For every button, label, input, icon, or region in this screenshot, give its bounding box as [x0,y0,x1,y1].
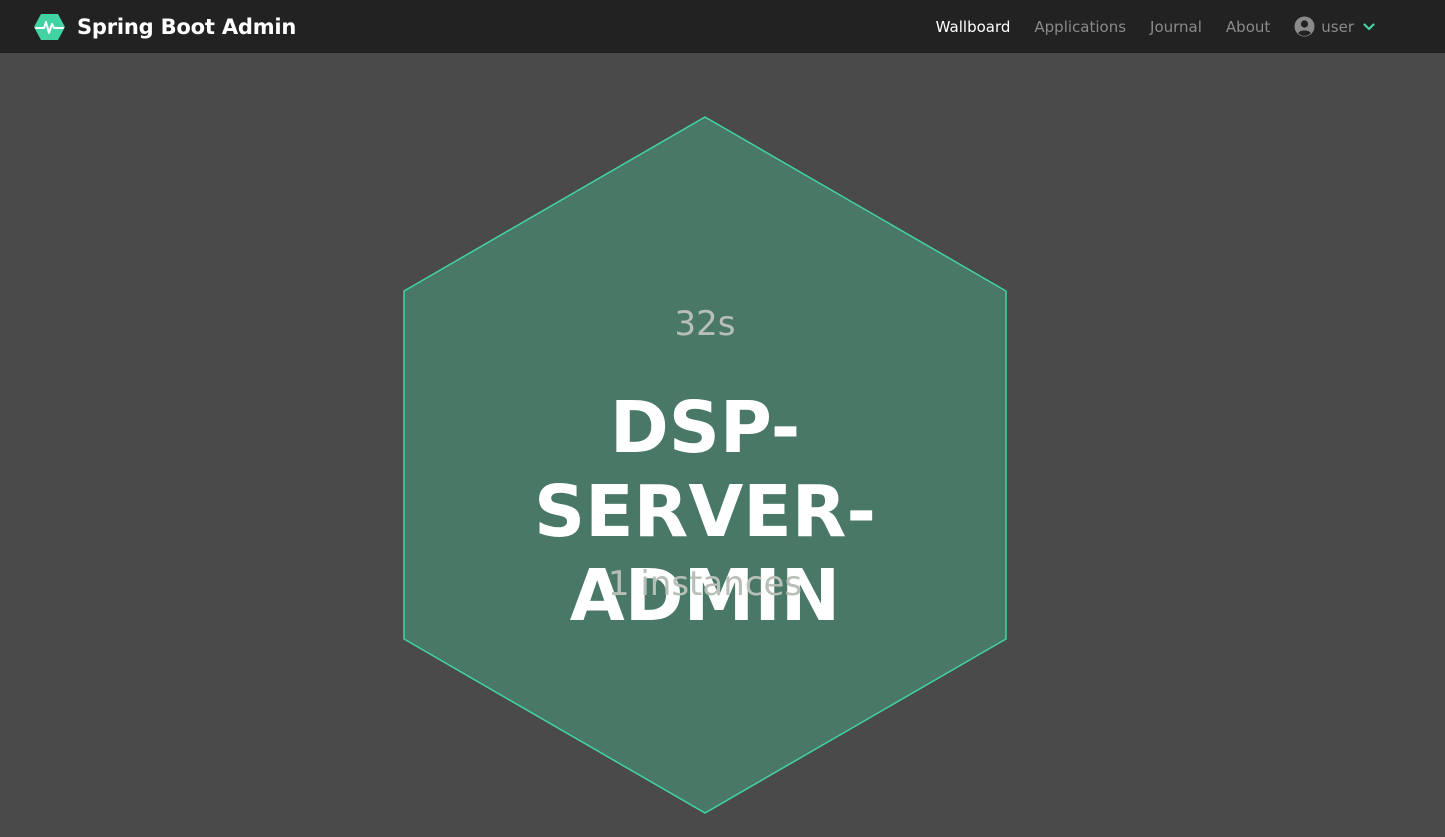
nav-links: Wallboard Applications Journal About use… [912,0,1375,53]
wallboard: 32s DSP-SERVER-ADMIN 1 instances [0,53,1445,837]
brand-link[interactable]: Spring Boot Admin [33,0,296,53]
nav-link-applications[interactable]: Applications [1034,18,1126,36]
brand-name: Spring Boot Admin [77,14,297,39]
user-circle-icon [1294,16,1315,37]
heartbeat-hexagon-icon [34,13,65,40]
nav-link-wallboard[interactable]: Wallboard [936,18,1011,36]
user-menu[interactable]: user [1294,16,1375,37]
hexagon-shape [403,116,1007,814]
user-name: user [1321,17,1354,36]
nav-link-journal[interactable]: Journal [1150,18,1202,36]
application-hexagon[interactable]: 32s DSP-SERVER-ADMIN 1 instances [403,116,1007,814]
nav-link-about[interactable]: About [1226,18,1270,36]
top-navbar: Spring Boot Admin Wallboard Applications… [0,0,1445,53]
chevron-down-icon [1363,22,1375,30]
